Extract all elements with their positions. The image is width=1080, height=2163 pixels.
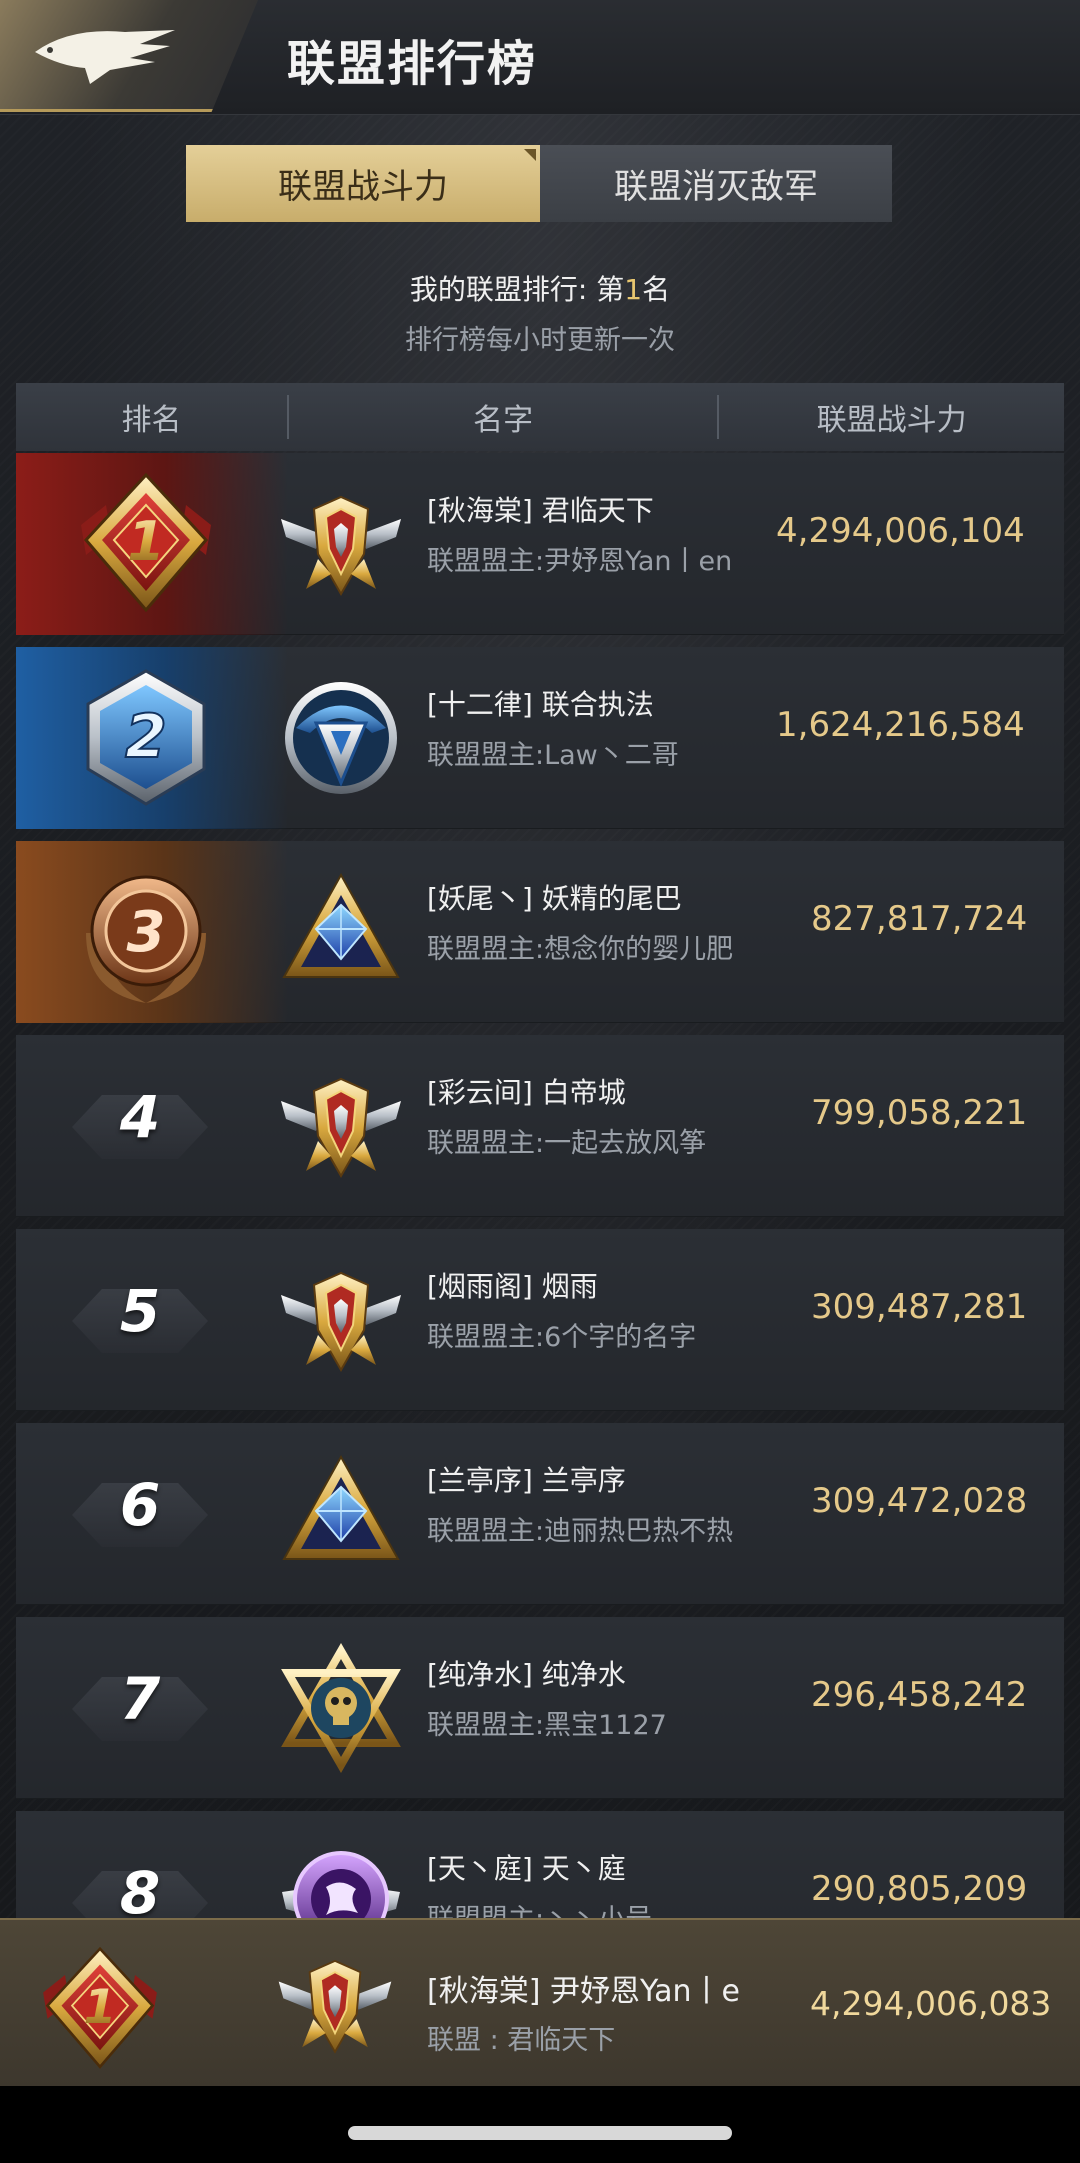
rank-2-badge-icon — [66, 659, 226, 819]
tab-enemies-killed[interactable]: 联盟消灭敌军 — [540, 145, 892, 222]
alliance-power: 827,817,724 — [811, 899, 1028, 939]
winged-gold-shield-icon — [276, 1255, 406, 1385]
alliance-leader: 联盟盟主:尹妤恩Yan丨en — [427, 546, 733, 577]
alliance-name: [妖尾丶] 妖精的尾巴 — [427, 882, 682, 915]
my-alliance-row[interactable]: [秋海棠] 尹妤恩Yan丨e 联盟 : 君临天下 4,294,006,083 — [0, 1918, 1080, 2086]
rank-cell: 5 — [16, 1229, 288, 1411]
rank-cell: 6 — [16, 1423, 288, 1605]
alliance-name: [天丶庭] 天丶庭 — [427, 1852, 626, 1885]
table-row[interactable]: 7 [纯净水] 纯净水 联盟盟主:黑宝1127 296,458,242 — [16, 1617, 1064, 1799]
rank-1-badge-icon — [66, 465, 226, 625]
tab-alliance-power[interactable]: 联盟战斗力 — [186, 145, 540, 222]
alliance-leader: 联盟盟主:Law丶二哥 — [427, 740, 679, 771]
rank-number: 8 — [119, 1859, 161, 1918]
rank-cell: 4 — [16, 1035, 288, 1217]
rank-3-badge-icon — [66, 853, 226, 1013]
alliance-power: 799,058,221 — [811, 1093, 1028, 1133]
rank-number: 5 — [119, 1277, 161, 1345]
winged-gold-shield-icon — [276, 479, 406, 609]
rank-number: 6 — [119, 1471, 161, 1539]
winged-gold-shield-icon — [274, 1944, 396, 2066]
my-alliance-rank: 我的联盟排行: 第1名 — [0, 268, 1080, 308]
rank-cell: 8 — [16, 1811, 288, 1918]
table-row[interactable]: 8 [天丶庭] 天丶庭 联盟盟主:丶丶小号 290,805,209 — [16, 1811, 1064, 1918]
home-indicator[interactable] — [348, 2126, 732, 2140]
alliance-name: [兰亭序] 兰亭序 — [427, 1464, 626, 1497]
back-button[interactable] — [0, 0, 258, 112]
alliance-leader: 联盟盟主:黑宝1127 — [427, 1710, 667, 1741]
purple-crest-icon — [276, 1837, 406, 1918]
my-rank-suffix: 名 — [642, 273, 671, 306]
my-alliance-name: [秋海棠] 尹妤恩Yan丨e — [427, 1974, 740, 2009]
blue-crystal-triangle-icon — [276, 867, 406, 997]
table-row[interactable]: 4 [彩云间] 白帝城 联盟盟主:一起去放风筝 799,058,221 — [16, 1035, 1064, 1217]
alliance-name: [烟雨阁] 烟雨 — [427, 1270, 598, 1303]
column-header-name: 名字 — [473, 403, 534, 438]
my-alliance-power: 4,294,006,083 — [810, 1984, 1052, 2023]
blue-eagle-shield-icon — [276, 673, 406, 803]
eagle-wing-icon — [35, 30, 175, 84]
alliance-name: [纯净水] 纯净水 — [427, 1658, 626, 1691]
alliance-power: 290,805,209 — [811, 1869, 1028, 1909]
alliance-power: 296,458,242 — [811, 1675, 1028, 1715]
alliance-power: 4,294,006,104 — [776, 511, 1025, 551]
column-header-power: 联盟战斗力 — [816, 403, 967, 438]
rank-1-badge-icon — [30, 1940, 170, 2080]
column-header-rank: 排名 — [121, 403, 182, 438]
system-navigation-bar — [0, 2086, 1080, 2163]
alliance-leader: 联盟盟主:迪丽热巴热不热 — [427, 1516, 734, 1547]
alliance-leader: 联盟盟主:丶丶小号 — [427, 1897, 652, 1918]
page-title: 联盟排行榜 — [287, 36, 538, 92]
table-header: 排名 名字 联盟战斗力 — [16, 383, 1064, 451]
update-note: 排行榜每小时更新一次 — [405, 325, 675, 356]
table-row[interactable]: [秋海棠] 君临天下 联盟盟主:尹妤恩Yan丨en 4,294,006,104 — [16, 453, 1064, 635]
blue-crystal-triangle-icon — [276, 1449, 406, 1579]
rank-cell — [16, 647, 288, 829]
rank-cell — [16, 841, 288, 1023]
table-row[interactable]: [十二律] 联合执法 联盟盟主:Law丶二哥 1,624,216,584 — [16, 647, 1064, 829]
alliance-name: [彩云间] 白帝城 — [427, 1076, 626, 1109]
alliance-name: [秋海棠] 君临天下 — [427, 494, 654, 527]
my-alliance-label: 联盟 : 君临天下 — [427, 2025, 616, 2056]
my-rank-number: 1 — [624, 273, 643, 306]
alliance-power: 309,472,028 — [811, 1481, 1028, 1521]
alliance-leader: 联盟盟主:想念你的婴儿肥 — [427, 934, 734, 965]
alliance-power: 309,487,281 — [811, 1287, 1028, 1327]
star-skull-emblem-icon — [276, 1643, 406, 1773]
winged-gold-shield-icon — [276, 1061, 406, 1191]
tab-bar: 联盟战斗力 联盟消灭敌军 — [186, 145, 892, 222]
my-rank-prefix: 我的联盟排行: 第 — [409, 273, 625, 306]
rank-number: 7 — [119, 1665, 161, 1733]
alliance-leader: 联盟盟主:6个字的名字 — [427, 1322, 697, 1353]
alliance-name: [十二律] 联合执法 — [427, 688, 654, 721]
rank-cell — [16, 453, 288, 635]
alliance-leader: 联盟盟主:一起去放风筝 — [427, 1128, 707, 1159]
alliance-power: 1,624,216,584 — [776, 705, 1025, 745]
rank-cell: 7 — [16, 1617, 288, 1799]
table-row[interactable]: 6 [兰亭序] 兰亭序 联盟盟主:迪丽热巴热不热 309,472,028 — [16, 1423, 1064, 1605]
ranking-list[interactable]: [秋海棠] 君临天下 联盟盟主:尹妤恩Yan丨en 4,294,006,104 … — [16, 453, 1064, 1918]
table-row[interactable]: 5 [烟雨阁] 烟雨 联盟盟主:6个字的名字 309,487,281 — [16, 1229, 1064, 1411]
table-row[interactable]: [妖尾丶] 妖精的尾巴 联盟盟主:想念你的婴儿肥 827,817,724 — [16, 841, 1064, 1023]
top-bar: 联盟排行榜 — [0, 0, 1080, 115]
rank-number: 4 — [119, 1083, 161, 1151]
